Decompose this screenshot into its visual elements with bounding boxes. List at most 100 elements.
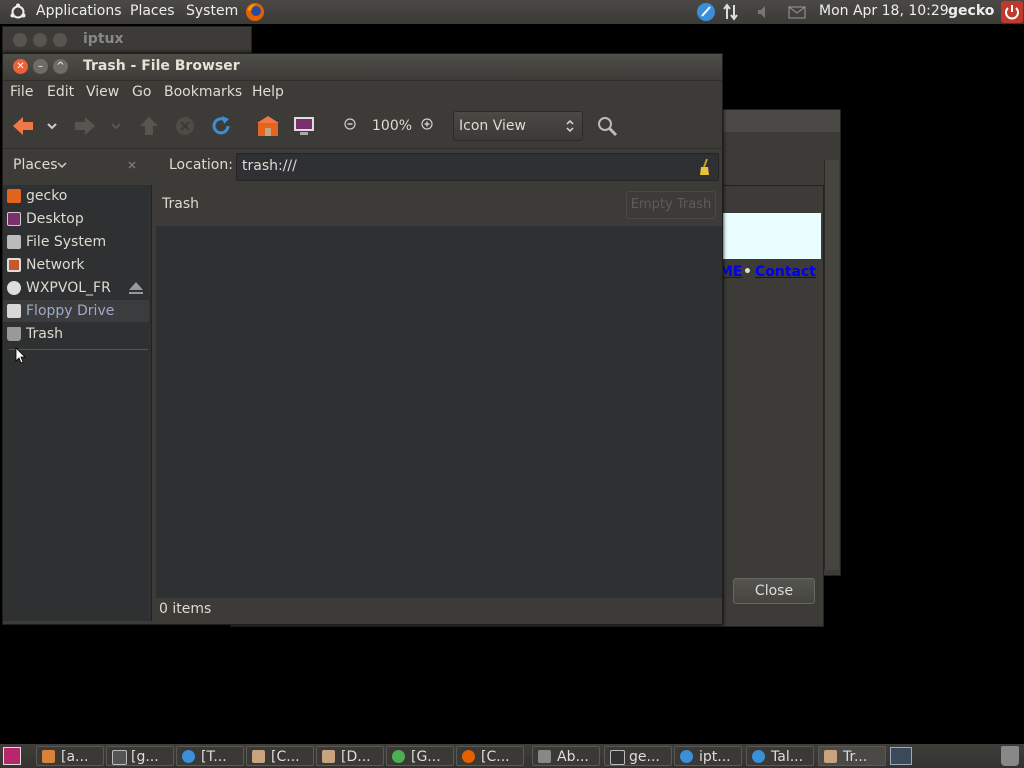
taskbar-item[interactable]: [C... <box>246 746 314 766</box>
reload-icon[interactable] <box>209 114 233 138</box>
sidebar-item-wxpvol[interactable]: WXPVOL_FR <box>3 277 149 299</box>
close-button[interactable]: Close <box>733 578 815 604</box>
bottom-panel: [a... [g... [T... [C... [D... [G... [C..… <box>0 744 1024 768</box>
window-title: Trash - File Browser <box>83 58 240 74</box>
close-sidebar-icon[interactable] <box>127 160 137 170</box>
chrome-icon <box>392 750 405 763</box>
sidebar-item-label: File System <box>26 234 107 250</box>
firefox-icon[interactable] <box>244 1 266 23</box>
sidebar-item-trash[interactable]: Trash <box>3 323 149 345</box>
content-header-title: Trash <box>162 196 199 212</box>
scrollbar[interactable] <box>824 160 839 570</box>
eject-icon[interactable] <box>128 281 144 295</box>
messaging-icon[interactable] <box>696 2 716 22</box>
places-sidebar: gecko Desktop File System Network WXPVOL… <box>3 185 152 621</box>
taskbar-item[interactable]: ipt... <box>674 746 742 766</box>
trash-folder-icon <box>824 750 837 763</box>
workspace-switcher[interactable] <box>890 747 912 765</box>
computer-icon[interactable] <box>292 114 316 138</box>
view-mode-label: Icon View <box>459 118 526 134</box>
menu-go[interactable]: Go <box>132 84 151 100</box>
sidebar-divider <box>9 349 148 350</box>
chevron-down-icon[interactable] <box>45 114 59 138</box>
file-content-area[interactable] <box>156 226 722 598</box>
close-icon[interactable] <box>13 33 27 47</box>
taskbar-item-label: Tr... <box>843 749 868 765</box>
network-icon[interactable] <box>722 3 740 21</box>
menu-places[interactable]: Places <box>130 3 175 19</box>
clock[interactable]: Mon Apr 18, 10:29 <box>819 3 949 19</box>
taskbar-item-label: [C... <box>481 749 510 765</box>
clear-broom-icon[interactable] <box>697 158 713 176</box>
taskbar-item-label: [C... <box>271 749 300 765</box>
power-icon[interactable] <box>1001 1 1023 23</box>
taskbar-item[interactable]: ge... <box>604 746 672 766</box>
menu-file[interactable]: File <box>10 84 33 100</box>
menu-view[interactable]: View <box>86 84 119 100</box>
search-icon[interactable] <box>595 114 619 138</box>
places-label[interactable]: Places <box>13 157 58 173</box>
location-label: Location: <box>169 157 233 173</box>
toolbar: 100% Icon View <box>3 104 722 149</box>
zoom-in-icon[interactable] <box>420 114 434 138</box>
sidebar-item-label: gecko <box>26 188 68 204</box>
link-contact[interactable]: Contact <box>755 264 816 280</box>
menu-system[interactable]: System <box>186 3 238 19</box>
mouse-cursor-icon <box>15 347 26 364</box>
taskbar-item[interactable]: [T... <box>176 746 244 766</box>
sidebar-item-desktop[interactable]: Desktop <box>3 208 149 230</box>
terminal-icon <box>112 750 127 765</box>
taskbar-item[interactable]: [G... <box>386 746 454 766</box>
location-input[interactable]: trash:/// <box>236 153 719 181</box>
taskbar-item[interactable]: [a... <box>36 746 104 766</box>
sidebar-item-network[interactable]: Network <box>3 254 149 276</box>
chevron-down-icon[interactable] <box>109 114 123 138</box>
minimize-icon[interactable] <box>33 33 47 47</box>
top-panel: Applications Places System Mon Apr 18, 1… <box>0 0 1024 24</box>
harddisk-icon <box>7 235 21 249</box>
taskbar-item[interactable]: Tal... <box>746 746 814 766</box>
empty-trash-button[interactable]: Empty Trash <box>626 191 716 219</box>
zoom-out-icon[interactable] <box>343 114 357 138</box>
stop-icon[interactable] <box>173 114 197 138</box>
taskbar-item[interactable]: [D... <box>316 746 384 766</box>
sidebar-item-label: Network <box>26 257 85 273</box>
trash-icon[interactable] <box>1001 746 1019 766</box>
taskbar-item[interactable]: Ab... <box>532 746 600 766</box>
browser-icon <box>182 750 195 763</box>
ubuntu-logo-icon[interactable] <box>9 3 27 21</box>
sidebar-item-file-system[interactable]: File System <box>3 231 149 253</box>
menu-edit[interactable]: Edit <box>47 84 74 100</box>
maximize-icon[interactable]: ^ <box>53 59 68 74</box>
web-banner <box>721 213 821 259</box>
view-mode-select[interactable]: Icon View <box>453 111 583 141</box>
taskbar-item-active[interactable]: Tr... <box>818 746 886 766</box>
title-bar[interactable]: ✕ – ^ Trash - File Browser <box>3 54 722 81</box>
menu-applications[interactable]: Applications <box>36 3 122 19</box>
volume-icon[interactable] <box>755 3 773 21</box>
firefox-icon <box>462 750 475 763</box>
minimize-icon[interactable]: – <box>33 59 48 74</box>
mail-icon[interactable] <box>788 3 806 21</box>
taskbar-item[interactable]: [C... <box>456 746 524 766</box>
menu-help[interactable]: Help <box>252 84 284 100</box>
home-icon[interactable] <box>256 114 280 138</box>
chevron-down-icon[interactable] <box>57 160 67 170</box>
taskbar-item[interactable]: [g... <box>106 746 174 766</box>
back-icon[interactable] <box>11 114 35 138</box>
up-icon[interactable] <box>137 114 161 138</box>
taskbar-item-label: [G... <box>411 749 441 765</box>
maximize-icon[interactable] <box>53 33 67 47</box>
close-icon[interactable]: ✕ <box>13 59 28 74</box>
user-name[interactable]: gecko <box>948 3 994 19</box>
menu-bookmarks[interactable]: Bookmarks <box>164 84 242 100</box>
link-separator: • <box>743 264 752 280</box>
sidebar-item-floppy[interactable]: Floppy Drive <box>3 300 149 322</box>
file-browser-window: ✕ – ^ Trash - File Browser File Edit Vie… <box>2 53 723 625</box>
forward-icon[interactable] <box>73 114 97 138</box>
bg-window-iptux[interactable]: iptux <box>2 26 252 56</box>
sidebar-item-gecko[interactable]: gecko <box>3 185 149 207</box>
taskbar-item-label: [T... <box>201 749 227 765</box>
taskbar-item-label: Tal... <box>771 749 804 765</box>
show-desktop-icon[interactable] <box>3 747 21 765</box>
